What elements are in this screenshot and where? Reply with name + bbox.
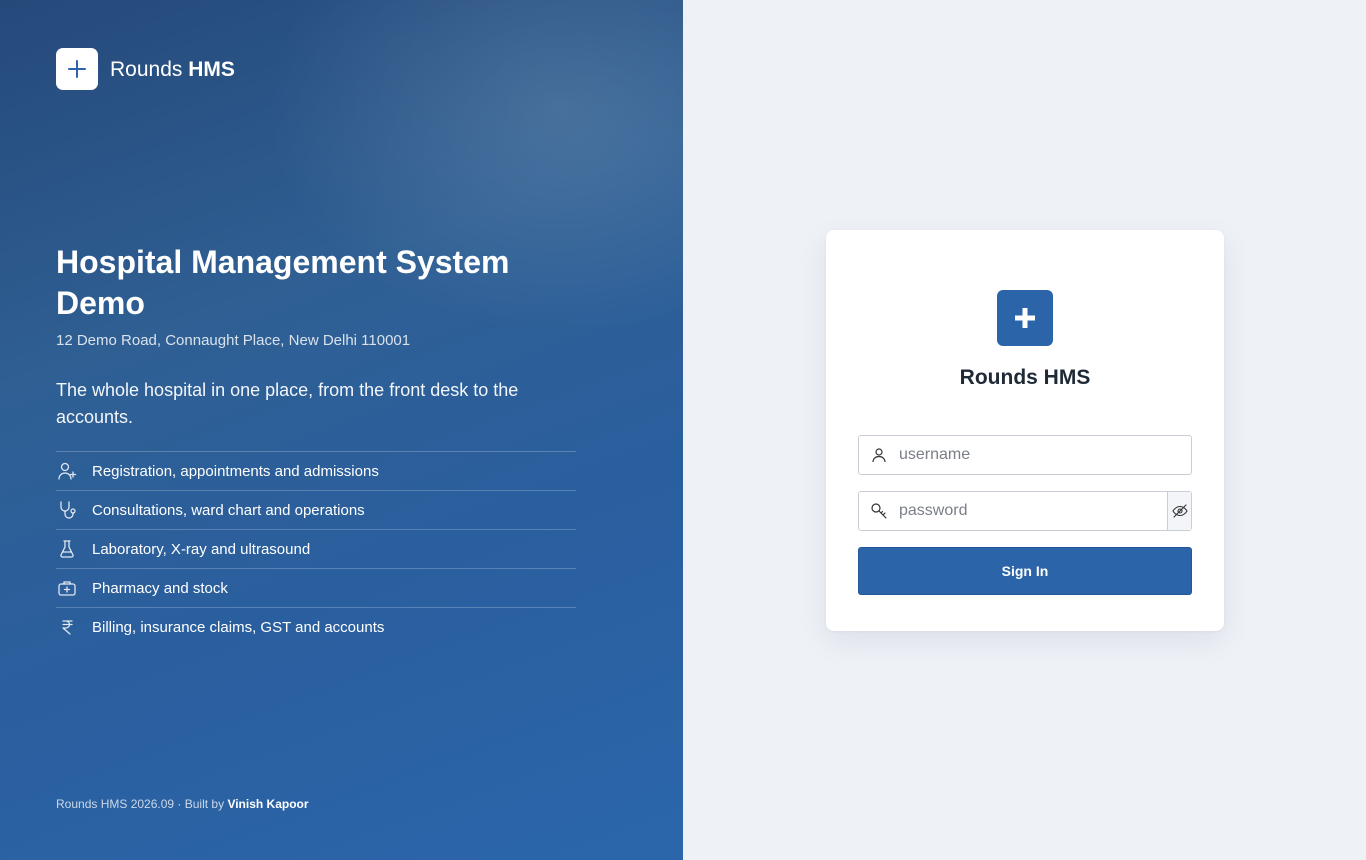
- login-card: Rounds HMS Sign In: [826, 230, 1224, 631]
- user-plus-icon: [56, 460, 78, 482]
- medkit-icon: [56, 577, 78, 599]
- sign-in-button[interactable]: Sign In: [858, 547, 1192, 595]
- feature-label: Pharmacy and stock: [92, 579, 228, 597]
- toggle-password-button[interactable]: [1167, 492, 1191, 530]
- hospital-address: 12 Demo Road, Connaught Place, New Delhi…: [56, 332, 411, 349]
- user-icon: [859, 436, 899, 474]
- login-title: Rounds HMS: [959, 366, 1091, 389]
- plus-icon: [997, 290, 1053, 346]
- stethoscope-icon: [56, 499, 78, 521]
- feature-list: Registration, appointments and admission…: [56, 451, 576, 646]
- footer-text: Rounds HMS 2026.09 · Built by: [56, 797, 225, 811]
- rupee-icon: [56, 616, 78, 638]
- page-title: Hospital Management System Demo: [56, 244, 510, 321]
- list-item: Billing, insurance claims, GST and accou…: [56, 607, 576, 646]
- feature-label: Laboratory, X-ray and ultrasound: [92, 540, 311, 558]
- eye-slash-icon: [1171, 504, 1188, 518]
- brand: Rounds HMS: [56, 48, 235, 90]
- password-input[interactable]: [899, 492, 1167, 530]
- footer-author: Vinish Kapoor: [227, 797, 309, 811]
- key-icon: [859, 492, 899, 530]
- feature-label: Consultations, ward chart and operations: [92, 501, 365, 519]
- feature-label: Registration, appointments and admission…: [92, 462, 379, 480]
- feature-label: Billing, insurance claims, GST and accou…: [92, 618, 385, 636]
- brand-name-light: Rounds: [110, 57, 183, 81]
- list-item: Laboratory, X-ray and ultrasound: [56, 529, 576, 568]
- brand-name-bold: HMS: [188, 57, 235, 81]
- list-item: Registration, appointments and admission…: [56, 451, 576, 490]
- footer: Rounds HMS 2026.09 · Built by Vinish Kap…: [56, 797, 309, 811]
- plus-icon: [56, 48, 98, 90]
- flask-icon: [56, 538, 78, 560]
- list-item: Consultations, ward chart and operations: [56, 490, 576, 529]
- hero-content: Hospital Management System Demo 12 Demo …: [56, 242, 586, 431]
- brand-name: Rounds HMS: [110, 59, 235, 80]
- username-input[interactable]: [899, 436, 1191, 474]
- password-field-wrapper: [858, 491, 1192, 531]
- list-item: Pharmacy and stock: [56, 568, 576, 607]
- username-field-wrapper: [858, 435, 1192, 475]
- tagline: The whole hospital in one place, from th…: [56, 380, 519, 427]
- hero-panel: Rounds HMS Hospital Management System De…: [0, 0, 683, 860]
